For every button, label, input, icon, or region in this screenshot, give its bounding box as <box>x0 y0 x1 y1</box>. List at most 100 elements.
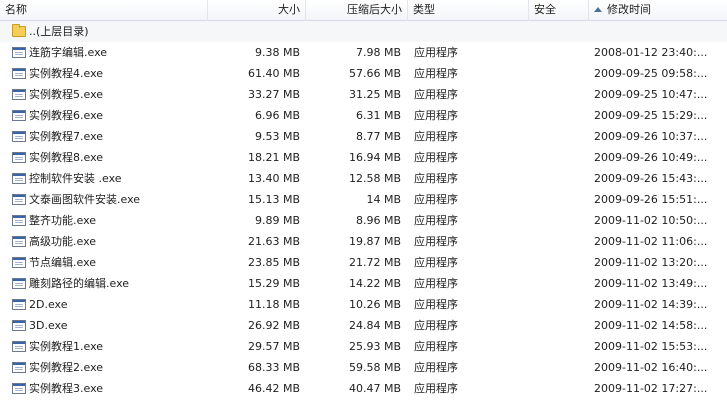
file-compressed-size: 21.72 MB <box>348 256 401 269</box>
column-header-bar: 名称 大小 压缩后大小 类型 安全 修改时间 <box>0 0 727 21</box>
application-icon <box>12 214 26 226</box>
file-row[interactable]: 连筋字编辑.exe 9.38 MB 7.98 MB 应用程序 2008-01-12 23… <box>0 42 727 63</box>
file-row[interactable]: 2D.exe 11.18 MB 10.26 MB 应用程序 2009-11-02 14:… <box>0 294 727 315</box>
file-name: 2D.exe <box>29 298 68 311</box>
file-security <box>533 378 588 399</box>
column-header-security[interactable]: 安全 <box>529 0 589 21</box>
file-size: 15.13 MB <box>247 193 300 206</box>
file-row[interactable]: 节点编辑.exe 23.85 MB 21.72 MB 应用程序 2009-11-02 1… <box>0 252 727 273</box>
file-row[interactable]: 文泰画图软件安装.exe 15.13 MB 14 MB 应用程序 2009-09-26 … <box>0 189 727 210</box>
file-name: 实例教程6.exe <box>29 109 104 122</box>
file-security <box>533 63 588 84</box>
file-size: 18.21 MB <box>247 151 300 164</box>
application-icon <box>12 46 26 58</box>
file-modified: 2009-09-25 09:58:... <box>594 67 708 80</box>
column-header-name[interactable]: 名称 <box>0 0 208 21</box>
file-name-cell: 节点编辑.exe <box>12 252 208 273</box>
file-name-cell: 连筋字编辑.exe <box>12 42 208 63</box>
file-modified: 2009-11-02 13:49:... <box>594 277 708 290</box>
file-name: 实例教程7.exe <box>29 130 104 143</box>
file-security <box>533 336 588 357</box>
file-name: 整齐功能.exe <box>29 214 97 227</box>
column-header-modified[interactable]: 修改时间 <box>589 0 727 21</box>
file-compressed-size: 14.22 MB <box>348 277 401 290</box>
file-name-cell: 实例教程4.exe <box>12 63 208 84</box>
file-size: 46.42 MB <box>247 382 300 395</box>
file-compressed-size: 40.47 MB <box>348 382 401 395</box>
column-header-type[interactable]: 类型 <box>408 0 529 21</box>
sort-ascending-icon <box>594 7 602 12</box>
file-type: 应用程序 <box>414 214 458 227</box>
column-header-size[interactable]: 大小 <box>208 0 306 21</box>
file-row[interactable]: 实例教程8.exe 18.21 MB 16.94 MB 应用程序 2009-09-26 … <box>0 147 727 168</box>
file-compressed-size: 24.84 MB <box>348 319 401 332</box>
column-header-compressed[interactable]: 压缩后大小 <box>306 0 408 21</box>
file-type: 应用程序 <box>414 256 458 269</box>
file-name: 实例教程2.exe <box>29 361 104 374</box>
application-icon <box>12 67 26 79</box>
file-size: 11.18 MB <box>247 298 300 311</box>
file-size: 13.40 MB <box>247 172 300 185</box>
application-icon <box>12 130 26 142</box>
application-icon <box>12 193 26 205</box>
file-size: 33.27 MB <box>247 88 300 101</box>
folder-icon <box>12 23 26 37</box>
file-size: 68.33 MB <box>247 361 300 374</box>
file-compressed-size: 57.66 MB <box>348 67 401 80</box>
file-name: 高级功能.exe <box>29 235 97 248</box>
file-modified: 2009-11-02 10:50:... <box>594 214 708 227</box>
file-row[interactable]: 实例教程6.exe 6.96 MB 6.31 MB 应用程序 2009-09-25 15… <box>0 105 727 126</box>
file-type: 应用程序 <box>414 235 458 248</box>
file-modified: 2009-09-25 10:47:... <box>594 88 708 101</box>
file-size: 15.29 MB <box>247 277 300 290</box>
file-security <box>533 252 588 273</box>
file-type: 应用程序 <box>414 46 458 59</box>
file-name-cell: 2D.exe <box>12 294 208 315</box>
file-security <box>533 315 588 336</box>
file-row[interactable]: 实例教程3.exe 46.42 MB 40.47 MB 应用程序 2009-11-02 … <box>0 378 727 399</box>
file-compressed-size: 19.87 MB <box>348 235 401 248</box>
file-modified: 2009-11-02 11:06:... <box>594 235 708 248</box>
file-modified: 2009-11-02 16:40:... <box>594 361 708 374</box>
application-icon <box>12 340 26 352</box>
file-row[interactable]: 实例教程2.exe 68.33 MB 59.58 MB 应用程序 2009-11-02 … <box>0 357 727 378</box>
file-modified: 2009-11-02 14:58:... <box>594 319 708 332</box>
file-row[interactable]: 控制软件安装 .exe 13.40 MB 12.58 MB 应用程序 2009-09-2… <box>0 168 727 189</box>
file-name-cell: 实例教程3.exe <box>12 378 208 399</box>
file-name-cell: 高级功能.exe <box>12 231 208 252</box>
file-type: 应用程序 <box>414 109 458 122</box>
file-type: 应用程序 <box>414 151 458 164</box>
file-row[interactable]: 实例教程5.exe 33.27 MB 31.25 MB 应用程序 2009-09-25 … <box>0 84 727 105</box>
file-compressed-size: 8.77 MB <box>355 130 401 143</box>
file-name-cell: 整齐功能.exe <box>12 210 208 231</box>
file-type: 应用程序 <box>414 67 458 80</box>
file-name-cell: 3D.exe <box>12 315 208 336</box>
file-modified: 2009-11-02 15:53:... <box>594 340 708 353</box>
file-modified: 2009-09-26 10:49:... <box>594 151 708 164</box>
file-name-cell: 实例教程8.exe <box>12 147 208 168</box>
file-row[interactable]: 实例教程1.exe 29.57 MB 25.93 MB 应用程序 2009-11-02 … <box>0 336 727 357</box>
application-icon <box>12 235 26 247</box>
file-modified: 2009-09-25 15:29:... <box>594 109 708 122</box>
file-compressed-size: 10.26 MB <box>348 298 401 311</box>
file-row[interactable]: 高级功能.exe 21.63 MB 19.87 MB 应用程序 2009-11-02 1… <box>0 231 727 252</box>
file-size: 61.40 MB <box>247 67 300 80</box>
file-security <box>533 42 588 63</box>
file-row[interactable]: 实例教程4.exe 61.40 MB 57.66 MB 应用程序 2009-09-25 … <box>0 63 727 84</box>
file-row[interactable]: 3D.exe 26.92 MB 24.84 MB 应用程序 2009-11-02 14:… <box>0 315 727 336</box>
file-security <box>533 294 588 315</box>
file-row[interactable]: 雕刻路径的编辑.exe 15.29 MB 14.22 MB 应用程序 2009-11-0… <box>0 273 727 294</box>
parent-folder-label: ..(上层目录) <box>29 25 89 38</box>
file-size: 21.63 MB <box>247 235 300 248</box>
file-row[interactable]: 实例教程7.exe 9.53 MB 8.77 MB 应用程序 2009-09-26 10… <box>0 126 727 147</box>
file-type: 应用程序 <box>414 172 458 185</box>
file-name-cell: 实例教程7.exe <box>12 126 208 147</box>
column-header-compressed-label: 压缩后大小 <box>347 3 402 16</box>
file-row[interactable]: 整齐功能.exe 9.89 MB 8.96 MB 应用程序 2009-11-02 10:… <box>0 210 727 231</box>
application-icon <box>12 277 26 289</box>
parent-folder-row[interactable]: ..(上层目录) <box>0 21 727 42</box>
file-type: 应用程序 <box>414 361 458 374</box>
file-security <box>533 126 588 147</box>
file-type: 应用程序 <box>414 382 458 395</box>
file-compressed-size: 25.93 MB <box>348 340 401 353</box>
